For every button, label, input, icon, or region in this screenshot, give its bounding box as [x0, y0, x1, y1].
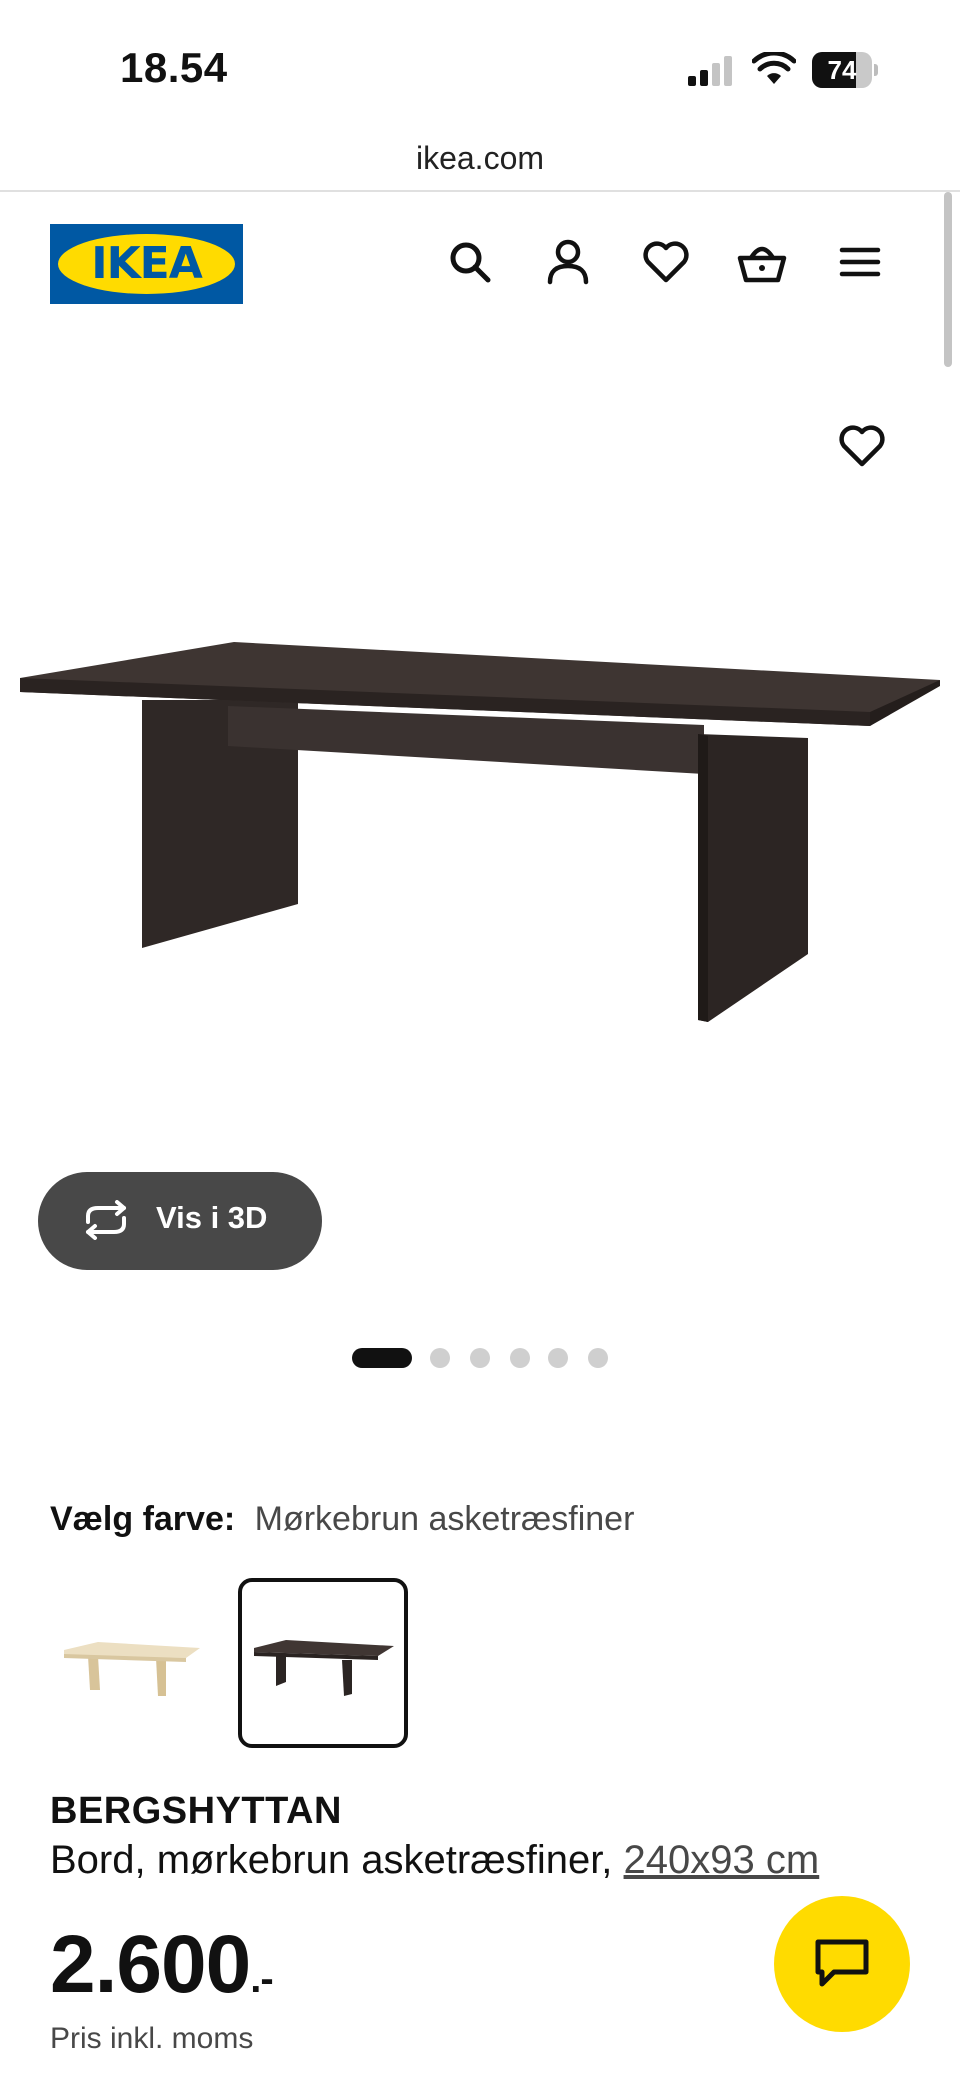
page-scrollbar[interactable]	[944, 192, 952, 367]
product-price: 2.600.-	[50, 1918, 274, 2012]
product-dimensions-link[interactable]: 240x93 cm	[624, 1838, 820, 1882]
product-description-text: Bord, mørkebrun asketræsfiner,	[50, 1838, 613, 1882]
carousel-dot[interactable]	[510, 1348, 530, 1368]
price-suffix: .-	[250, 1957, 273, 2001]
heart-icon[interactable]	[640, 236, 692, 288]
price-value: 2.600	[50, 1919, 251, 2010]
user-icon[interactable]	[542, 236, 594, 288]
signal-icon	[688, 56, 732, 86]
basket-icon[interactable]	[736, 236, 788, 288]
selected-color: Mørkebrun asketræsfiner	[254, 1500, 635, 1538]
status-bar: 18.54 74	[0, 0, 960, 130]
browser-url-bar[interactable]: ikea.com	[0, 130, 960, 192]
color-option-dark-brown[interactable]	[238, 1578, 408, 1748]
carousel-dot[interactable]	[470, 1348, 490, 1368]
chat-icon	[815, 1939, 869, 1987]
carousel-dot[interactable]	[430, 1348, 450, 1368]
color-selection-line: Vælg farve: Mørkebrun asketræsfiner	[50, 1500, 634, 1539]
search-icon[interactable]	[444, 236, 496, 288]
add-to-favorites-icon[interactable]	[836, 420, 888, 472]
color-option-birch[interactable]	[48, 1578, 218, 1748]
site-header: IKEA	[0, 192, 960, 332]
view-in-3d-label: Vis i 3D	[156, 1200, 268, 1235]
wifi-icon	[752, 52, 796, 84]
color-label: Vælg farve:	[50, 1500, 236, 1538]
carousel-dot[interactable]	[352, 1348, 412, 1368]
view-in-3d-button[interactable]: Vis i 3D	[38, 1172, 322, 1270]
battery-indicator: 74	[812, 52, 878, 88]
status-time: 18.54	[120, 44, 228, 91]
battery-level: 74	[827, 55, 857, 85]
price-note: Pris inkl. moms	[50, 2022, 254, 2055]
carousel-dot[interactable]	[588, 1348, 608, 1368]
rotate-3d-icon	[86, 1200, 126, 1240]
ikea-logo[interactable]: IKEA	[50, 224, 243, 304]
product-description: Bord, mørkebrun asketræsfiner, 240x93 cm	[50, 1838, 819, 1883]
product-image[interactable]	[0, 380, 960, 1180]
chat-button[interactable]	[774, 1896, 910, 2032]
url-text: ikea.com	[415, 140, 545, 176]
image-carousel-pagination	[352, 1348, 612, 1368]
menu-icon[interactable]	[834, 236, 886, 288]
carousel-dot[interactable]	[548, 1348, 568, 1368]
product-name: BERGSHYTTAN	[50, 1790, 342, 1832]
